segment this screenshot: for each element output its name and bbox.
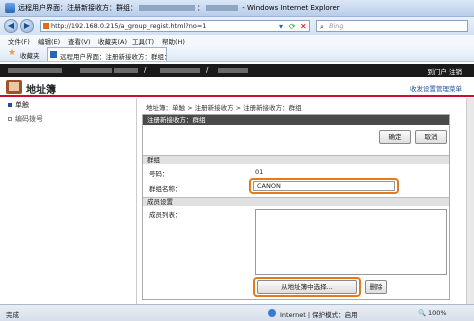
forward-button[interactable]: ▶ [20, 19, 34, 33]
address-url: http://192.168.0.215/a_group_regist.html… [51, 22, 207, 30]
panel-title: 注册新接收方：群组 [143, 115, 449, 125]
page-header: 地址簿 收发设置管理菜单 [0, 77, 474, 97]
status-bar: 完成 Internet | 保护模式：启用 🔍 100% [0, 304, 474, 321]
refresh-icon[interactable]: ⟳ [289, 22, 296, 32]
sidebar: 单触 编码拨号 [4, 98, 132, 304]
menu-favorites[interactable]: 收藏夹(A) [98, 36, 127, 46]
globe-icon [268, 309, 276, 317]
group-section-header: 群组 [143, 155, 449, 164]
number-value: 01 [255, 168, 264, 176]
zone-text: Internet | 保护模式：启用 [280, 311, 358, 319]
menu-help[interactable]: 帮助(H) [162, 36, 185, 46]
redacted-text [8, 68, 62, 73]
redacted-text [80, 68, 112, 73]
stop-icon[interactable]: ✕ [300, 22, 307, 32]
favorites-bar: ★ 收藏夹 远程用户界面：注册新接收方：群组： [0, 46, 474, 62]
status-text: 完成 [6, 311, 19, 319]
address-book-icon [6, 80, 22, 94]
redacted-text [218, 68, 248, 73]
separator: / [206, 66, 209, 74]
search-icon: ⌕ [320, 23, 324, 31]
member-list-box[interactable] [255, 209, 447, 275]
group-name-label: 群组名称： [149, 185, 182, 193]
dropdown-icon[interactable]: ▾ [279, 22, 283, 32]
title-suffix: - Windows Internet Explorer [242, 4, 340, 12]
back-button[interactable]: ◀ [4, 19, 18, 33]
menu-edit[interactable]: 编辑(E) [38, 36, 60, 46]
redacted-text [206, 5, 238, 11]
number-label: 号码： [149, 170, 169, 178]
star-icon[interactable]: ★ [8, 49, 16, 58]
title-bar: 远程用户界面：注册新接收方：群组： ： - Windows Internet Ex… [0, 0, 474, 17]
window-title: 远程用户界面：注册新接收方：群组： ： - Windows Internet Ex… [18, 3, 340, 13]
sidebar-item-label: 单触 [15, 101, 29, 109]
register-panel: 注册新接收方：群组 确定 取消 群组 号码： 01 群组名称： CANON 成员… [142, 114, 450, 300]
settings-menu-link[interactable]: 收发设置管理菜单 [410, 83, 462, 93]
members-section-header: 成员设置 [143, 197, 449, 206]
tab-title: 远程用户界面：注册新接收方：群组： [60, 53, 171, 61]
menu-file[interactable]: 文件(F) [8, 36, 30, 46]
sidebar-item-coded-dial[interactable]: 编码拨号 [8, 114, 43, 124]
address-bar[interactable]: http://192.168.0.215/a_group_regist.html… [40, 20, 310, 32]
member-list-label: 成员列表： [149, 211, 182, 219]
menu-view[interactable]: 查看(V) [68, 36, 91, 46]
favorites-label[interactable]: 收藏夹 [20, 50, 40, 60]
redacted-text [114, 68, 138, 73]
zoom-icon[interactable]: 🔍 [418, 309, 426, 317]
title-prefix: 远程用户界面：注册新接收方：群组： [18, 4, 137, 12]
address-row: ◀ ▶ http://192.168.0.215/a_group_regist.… [0, 17, 474, 35]
menu-bar: 文件(F) 编辑(E) 查看(V) 收藏夹(A) 工具(T) 帮助(H) [0, 35, 474, 46]
delete-button[interactable]: 删除 [365, 280, 387, 294]
site-favicon [43, 23, 49, 29]
browser-tab[interactable]: 远程用户界面：注册新接收方：群组： [47, 47, 171, 61]
vertical-scrollbar[interactable] [466, 98, 474, 304]
zoom-level[interactable]: 100% [428, 309, 447, 317]
select-from-address-book-button[interactable]: 从地址簿中选择... [257, 280, 357, 294]
sidebar-item-label: 编码拨号 [15, 115, 43, 123]
group-name-input[interactable]: CANON [253, 181, 395, 191]
header-links[interactable]: 到门户 注销 [427, 66, 462, 76]
redacted-text [139, 5, 195, 11]
cancel-button[interactable]: 取消 [415, 130, 447, 144]
redacted-text [160, 68, 200, 73]
ie-icon [5, 3, 15, 13]
search-box[interactable]: ⌕ Bing [316, 20, 468, 32]
device-header: / / 到门户 注销 [0, 64, 474, 77]
sidebar-item-one-touch[interactable]: 单触 [8, 100, 29, 110]
bullet-icon [8, 103, 12, 107]
separator: / [144, 66, 147, 74]
divider [136, 98, 137, 304]
tab-icon [50, 51, 57, 58]
page-title: 地址簿 [26, 85, 56, 96]
ok-button[interactable]: 确定 [379, 130, 411, 144]
title-mid: ： [197, 4, 204, 12]
breadcrumb: 地址簿：单触 > 注册新接收方 > 注册新接收方：群组 [146, 104, 302, 112]
bullet-icon [8, 117, 12, 121]
menu-tools[interactable]: 工具(T) [132, 36, 154, 46]
search-placeholder: Bing [329, 22, 344, 30]
